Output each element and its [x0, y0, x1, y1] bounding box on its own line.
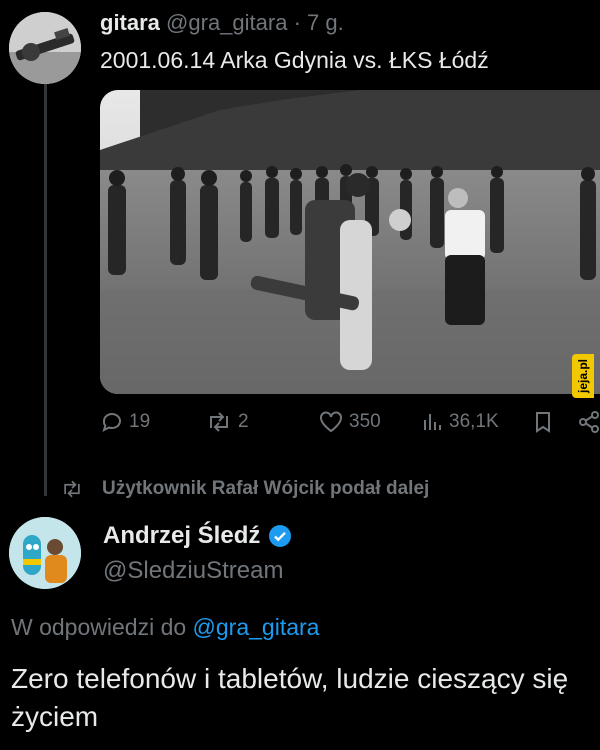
share-icon — [579, 411, 599, 433]
verified-badge-icon — [269, 525, 292, 547]
tweet-header: gitara @gra_gitara · 7 g. — [100, 10, 344, 36]
avatar[interactable] — [9, 517, 81, 589]
tweet-text: 2001.06.14 Arka Gdynia vs. ŁKS Łódź — [100, 47, 489, 73]
reply-author-handle[interactable]: @SledziuStream — [103, 557, 283, 585]
views-action[interactable]: 36,1K — [422, 410, 499, 434]
retweet-note-text[interactable]: Użytkownik Rafał Wójcik podał dalej — [102, 478, 429, 500]
reply-author-name[interactable]: Andrzej Śledź — [103, 522, 292, 550]
tweet-timestamp[interactable]: 7 g. — [307, 10, 344, 35]
repost-icon — [64, 480, 80, 498]
reply-display-name: Andrzej Śledź — [103, 522, 261, 549]
avatar-guitar-image — [9, 12, 81, 84]
in-reply-prefix: W odpowiedzi do — [11, 614, 193, 640]
like-count: 350 — [349, 411, 381, 432]
views-chart-icon — [424, 414, 441, 430]
repost-action[interactable]: 2 — [205, 410, 249, 434]
reply-bubble-icon — [102, 413, 121, 432]
watermark-text: jeja.pl — [576, 358, 590, 393]
jeja-watermark: jeja.pl — [572, 354, 594, 398]
views-count: 36,1K — [449, 411, 499, 432]
tweet-photo[interactable] — [100, 90, 600, 394]
heart-icon — [320, 411, 342, 433]
in-reply-mention-link[interactable]: @gra_gitara — [193, 614, 320, 640]
bookmark-icon — [536, 412, 550, 433]
avatar-mascot-image — [9, 517, 81, 589]
reply-count: 19 — [129, 411, 151, 432]
share-button[interactable] — [578, 410, 600, 434]
like-action[interactable]: 350 — [318, 410, 381, 434]
in-reply-to: W odpowiedzi do @gra_gitara — [11, 614, 319, 641]
bookmark-button[interactable] — [532, 410, 554, 434]
author-display-name[interactable]: gitara — [100, 10, 160, 35]
repost-icon — [210, 412, 228, 432]
reply-action[interactable]: 19 — [100, 410, 150, 434]
repost-count: 2 — [238, 411, 249, 432]
thread-connector-line — [44, 84, 47, 496]
avatar[interactable] — [9, 12, 81, 84]
meta-separator: · — [287, 10, 308, 35]
author-handle[interactable]: @gra_gitara — [166, 10, 287, 35]
retweet-note: Użytkownik Rafał Wójcik podał dalej — [60, 478, 429, 500]
black-white-crowd-photo — [100, 90, 600, 394]
tweet-actions-bar: 19 2 350 36,1K — [100, 410, 600, 446]
reply-text: Zero telefonów i tabletów, ludzie cieszą… — [11, 663, 569, 732]
